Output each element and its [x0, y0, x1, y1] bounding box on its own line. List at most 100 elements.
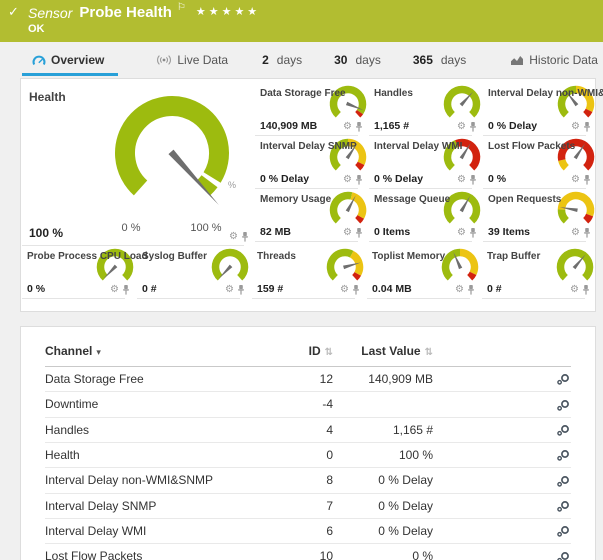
- channel-settings-gears-icon[interactable]: [556, 551, 571, 560]
- column-header-id[interactable]: ID⇅: [285, 337, 333, 367]
- gauge-value: 0 #: [487, 283, 502, 295]
- gauge-settings-gear-icon[interactable]: ⚙: [571, 175, 580, 185]
- gauge-pin-icon[interactable]: [582, 285, 590, 295]
- gauge-value: 100 %: [29, 226, 63, 240]
- priority-stars[interactable]: ★★★★★: [196, 5, 260, 18]
- gauge-settings-gear-icon[interactable]: ⚙: [110, 285, 119, 295]
- gauge-pin-icon[interactable]: [583, 122, 591, 132]
- channel-settings-gears-icon[interactable]: [556, 475, 571, 488]
- channel-settings-gears-icon[interactable]: [556, 373, 571, 386]
- gauge-value: 82 MB: [260, 226, 291, 238]
- gauge-cell-threads[interactable]: Threads 159 # ⚙: [251, 246, 365, 299]
- gauge-cell-syslog-buffer[interactable]: Syslog Buffer 0 # ⚙: [136, 246, 250, 299]
- channel-settings-gears-icon[interactable]: [556, 399, 571, 412]
- gauge-settings-gear-icon[interactable]: ⚙: [225, 285, 234, 295]
- gauge-cell-handles[interactable]: Handles 1,165 # ⚙: [368, 83, 482, 136]
- tab-label: days: [441, 53, 466, 67]
- tab-label-strong: 2: [262, 53, 269, 67]
- tab-30-days[interactable]: 30days: [334, 47, 381, 73]
- tab-365-days[interactable]: 365days: [413, 47, 466, 73]
- channel-settings-gears-icon[interactable]: [556, 500, 571, 513]
- channel-last-value: 100 %: [333, 442, 433, 467]
- gauge-settings-gear-icon[interactable]: ⚙: [457, 122, 466, 132]
- status-ok-check-icon: ✓: [8, 5, 19, 20]
- gauge-cell-lost-flow-packets[interactable]: Lost Flow Packets 0 % ⚙: [482, 136, 596, 189]
- gauge-pin-icon[interactable]: [583, 175, 591, 185]
- gauges-panel: Health 0 % 100 % % 100 % ⚙ Data Storage …: [20, 78, 596, 312]
- tab-2-days[interactable]: 2days: [262, 47, 302, 73]
- tab-label: days: [355, 53, 380, 67]
- gauge-cell-trap-buffer[interactable]: Trap Buffer 0 # ⚙: [481, 246, 595, 299]
- gauge-value: 159 #: [257, 283, 283, 295]
- gauge-title: Memory Usage: [260, 194, 331, 205]
- health-gauge: [107, 91, 237, 209]
- channel-settings-gears-icon[interactable]: [556, 449, 571, 462]
- gauge-value: 0 #: [142, 283, 157, 295]
- gauge-pin-icon[interactable]: [469, 175, 477, 185]
- tab-overview[interactable]: Overview: [32, 47, 104, 73]
- gauge-cell-memory-usage[interactable]: Memory Usage 82 MB ⚙: [254, 189, 368, 242]
- gauge-settings-gear-icon[interactable]: ⚙: [457, 228, 466, 238]
- gauge-value: 0 % Delay: [488, 120, 537, 132]
- gauge-settings-gear-icon[interactable]: ⚙: [343, 122, 352, 132]
- trap-buffer-gauge: [553, 246, 597, 288]
- gauge-cell-toplist-memory[interactable]: Toplist Memory 0.04 MB ⚙: [366, 246, 480, 299]
- gauge-settings-gear-icon[interactable]: ⚙: [571, 122, 580, 132]
- gauge-pin-icon[interactable]: [467, 285, 475, 295]
- column-header-channel[interactable]: Channel▾: [45, 337, 285, 367]
- gauge-cell-interval-delay-snmp[interactable]: Interval Delay SNMP 0 % Delay ⚙: [254, 136, 368, 189]
- gauge-pin-icon[interactable]: [352, 285, 360, 295]
- gauge-title: Data Storage Free: [260, 88, 346, 99]
- gauge-pin-icon[interactable]: [469, 122, 477, 132]
- gauge-settings-gear-icon[interactable]: ⚙: [571, 228, 580, 238]
- gauge-cell-data-storage-free[interactable]: Data Storage Free 140,909 MB ⚙: [254, 83, 368, 136]
- live-data-broadcast-icon: [156, 54, 172, 66]
- column-header-last-value[interactable]: Last Value⇅: [333, 337, 433, 367]
- channel-id: 12: [285, 367, 333, 392]
- gauge-cell-probe-process-cpu-load[interactable]: Probe Process CPU Load 0 % ⚙: [21, 246, 135, 299]
- tab-live-data[interactable]: Live Data: [156, 47, 228, 73]
- gauge-settings-gear-icon[interactable]: ⚙: [457, 175, 466, 185]
- prtg-sensor-page: ✓ Sensor Probe Health ⚐ ★★★★★ OK Overvie…: [0, 0, 603, 560]
- gauge-title: Syslog Buffer: [142, 251, 207, 262]
- channel-last-value: 0 % Delay: [333, 518, 433, 543]
- gauge-settings-gear-icon[interactable]: ⚙: [229, 232, 238, 242]
- gauge-pin-icon[interactable]: [469, 228, 477, 238]
- gauge-title: Interval Delay WMI: [374, 141, 462, 152]
- channel-name: Data Storage Free: [45, 367, 285, 392]
- tab-label: Live Data: [177, 53, 228, 67]
- gauge-pin-icon[interactable]: [122, 285, 130, 295]
- channel-settings-gears-icon[interactable]: [556, 424, 571, 437]
- gauge-pin-icon[interactable]: [583, 228, 591, 238]
- tab-historic-data[interactable]: Historic Data: [510, 47, 598, 73]
- gauge-pin-icon[interactable]: [241, 232, 249, 242]
- gauge-value: 0 % Delay: [260, 173, 309, 185]
- gauge-settings-gear-icon[interactable]: ⚙: [340, 285, 349, 295]
- column-label: ID: [309, 344, 321, 358]
- gauge-cell-open-requests[interactable]: Open Requests 39 Items ⚙: [482, 189, 596, 242]
- gauge-settings-gear-icon[interactable]: ⚙: [343, 175, 352, 185]
- gauge-cell-health[interactable]: Health 0 % 100 % % 100 % ⚙: [21, 83, 254, 246]
- gauge-value: 0 Items: [374, 226, 410, 238]
- gauge-pin-icon[interactable]: [355, 175, 363, 185]
- gauge-pin-icon[interactable]: [237, 285, 245, 295]
- sensor-status-header: ✓ Sensor Probe Health ⚐ ★★★★★ OK: [0, 0, 603, 42]
- channel-settings-gears-icon[interactable]: [556, 525, 571, 538]
- overview-gauge-icon: [32, 54, 46, 66]
- gauge-cell-interval-delay-non-wmi-snmp[interactable]: Interval Delay non-WMI&SNMP 0 % Delay ⚙: [482, 83, 596, 136]
- gauge-cell-message-queue[interactable]: Message Queue 0 Items ⚙: [368, 189, 482, 242]
- gauge-settings-gear-icon[interactable]: ⚙: [570, 285, 579, 295]
- gauge-title: Handles: [374, 88, 413, 99]
- gauge-scale-min: 0 %: [109, 222, 153, 234]
- channel-id: 10: [285, 544, 333, 560]
- channel-name: Health: [45, 442, 285, 467]
- gauge-settings-gear-icon[interactable]: ⚙: [343, 228, 352, 238]
- gauge-pin-icon[interactable]: [355, 122, 363, 132]
- channel-id: 0: [285, 442, 333, 467]
- gauge-pin-icon[interactable]: [355, 228, 363, 238]
- flag-icon[interactable]: ⚐: [177, 2, 186, 13]
- channel-name: Interval Delay WMI: [45, 518, 285, 543]
- gauge-settings-gear-icon[interactable]: ⚙: [455, 285, 464, 295]
- gauge-cell-interval-delay-wmi[interactable]: Interval Delay WMI 0 % Delay ⚙: [368, 136, 482, 189]
- threads-gauge: [323, 246, 367, 288]
